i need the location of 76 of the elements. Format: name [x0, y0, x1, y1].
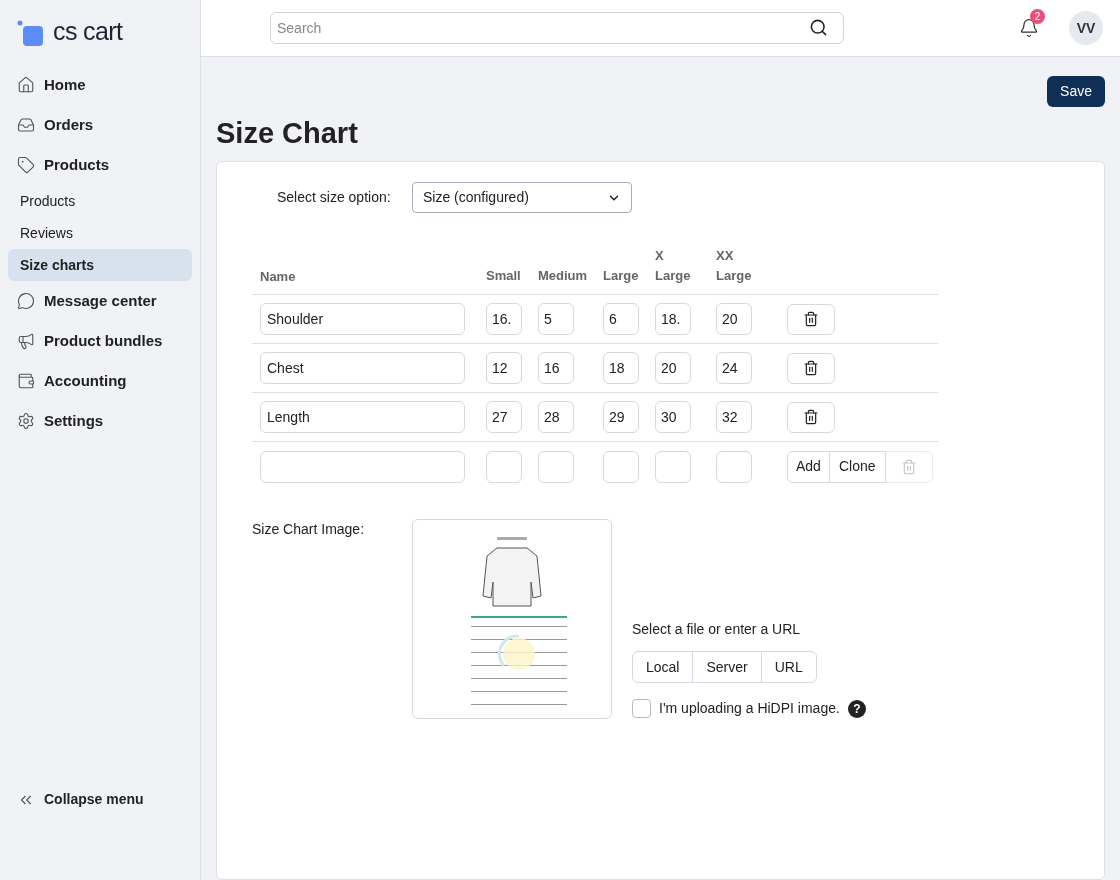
sidebar-item[interactable]: Settings: [8, 401, 192, 441]
search-field[interactable]: Search: [270, 12, 844, 44]
size-value-input[interactable]: 16.: [486, 303, 522, 335]
size-value-input[interactable]: 18: [603, 352, 639, 384]
size-value-input[interactable]: 20: [716, 303, 752, 335]
sidebar-item[interactable]: Orders: [8, 105, 192, 145]
size-value-input[interactable]: [716, 450, 752, 483]
upload-source-button[interactable]: Local: [632, 651, 694, 683]
collapse-menu-button[interactable]: Collapse menu: [0, 789, 200, 810]
name-input[interactable]: Chest: [260, 352, 465, 384]
column-header: Small: [486, 267, 521, 285]
column-header: XX Large: [716, 247, 752, 285]
sidebar-item[interactable]: Home: [8, 65, 192, 105]
delete-button[interactable]: [787, 352, 835, 384]
menu-icon: [17, 292, 35, 310]
hidpi-checkbox[interactable]: [632, 699, 651, 718]
clone-button[interactable]: Clone: [829, 450, 886, 483]
trash-icon: [803, 360, 819, 376]
size-value-input[interactable]: [655, 450, 691, 483]
field-label: Size Chart Image:: [252, 520, 366, 539]
search-icon[interactable]: [809, 18, 828, 37]
column-header: Medium: [538, 267, 588, 285]
trash-icon: [803, 311, 819, 327]
size-value-input[interactable]: 32: [716, 401, 752, 433]
field-label: Select size option:: [277, 188, 392, 207]
upload-source-button[interactable]: Server: [692, 651, 762, 683]
page-title: Size Chart: [216, 116, 359, 151]
size-value-input[interactable]: 28: [538, 401, 574, 433]
sidebar-item[interactable]: Product bundles: [8, 321, 192, 361]
notification-icon[interactable]: [1019, 18, 1039, 38]
size-value-input[interactable]: 16: [538, 352, 574, 384]
upload-prompt: Select a file or enter a URL: [632, 620, 802, 639]
size-value-input[interactable]: 30: [655, 401, 691, 433]
size-value-input[interactable]: [603, 450, 639, 483]
menu-icon: [17, 332, 35, 350]
column-header: Large: [603, 267, 639, 285]
help-icon[interactable]: ?: [847, 699, 866, 718]
size-value-input[interactable]: [486, 450, 522, 483]
sidebar-subitem[interactable]: Size charts: [8, 249, 192, 281]
size-value-input[interactable]: 6: [603, 303, 639, 335]
sidebar-subitem[interactable]: Reviews: [8, 217, 192, 249]
checkbox-label: I'm uploading a HiDPI image.: [659, 699, 840, 718]
name-input[interactable]: [260, 450, 465, 483]
logo-icon: [17, 20, 45, 48]
delete-button[interactable]: [787, 303, 835, 335]
sidebar-item[interactable]: Products: [8, 145, 192, 185]
size-value-input[interactable]: 24: [716, 352, 752, 384]
size-value-input[interactable]: 5: [538, 303, 574, 335]
save-button[interactable]: Save: [1047, 76, 1105, 107]
sidebar-item[interactable]: Message center: [8, 281, 192, 321]
size-value-input[interactable]: 12: [486, 352, 522, 384]
column-header: X Large: [655, 247, 691, 285]
menu-icon: [17, 76, 35, 94]
menu-icon: [17, 116, 35, 134]
menu-icon: [17, 412, 35, 430]
size-value-input[interactable]: 27: [486, 401, 522, 433]
column-header: Name: [260, 267, 297, 286]
menu-icon: [17, 372, 35, 390]
size-value-input[interactable]: 29: [603, 401, 639, 433]
trash-icon: [803, 409, 819, 425]
delete-button[interactable]: [787, 401, 835, 433]
size-value-input[interactable]: 20: [655, 352, 691, 384]
size-value-input[interactable]: [538, 450, 574, 483]
add-button[interactable]: Add: [787, 450, 830, 483]
logo-text: cs cart: [53, 18, 123, 44]
trash-icon: [900, 458, 917, 475]
name-input[interactable]: Length: [260, 401, 465, 433]
sidebar-subitem[interactable]: Products: [8, 185, 192, 217]
size-option-select[interactable]: Size (configured): [412, 182, 632, 213]
size-value-input[interactable]: 18.: [655, 303, 691, 335]
notification-badge: 2: [1030, 9, 1045, 24]
menu-icon: [17, 156, 35, 174]
user-avatar[interactable]: VV: [1069, 11, 1103, 45]
sidebar-item[interactable]: Accounting: [8, 361, 192, 401]
name-input[interactable]: Shoulder: [260, 303, 465, 335]
upload-source-button[interactable]: URL: [760, 651, 817, 683]
